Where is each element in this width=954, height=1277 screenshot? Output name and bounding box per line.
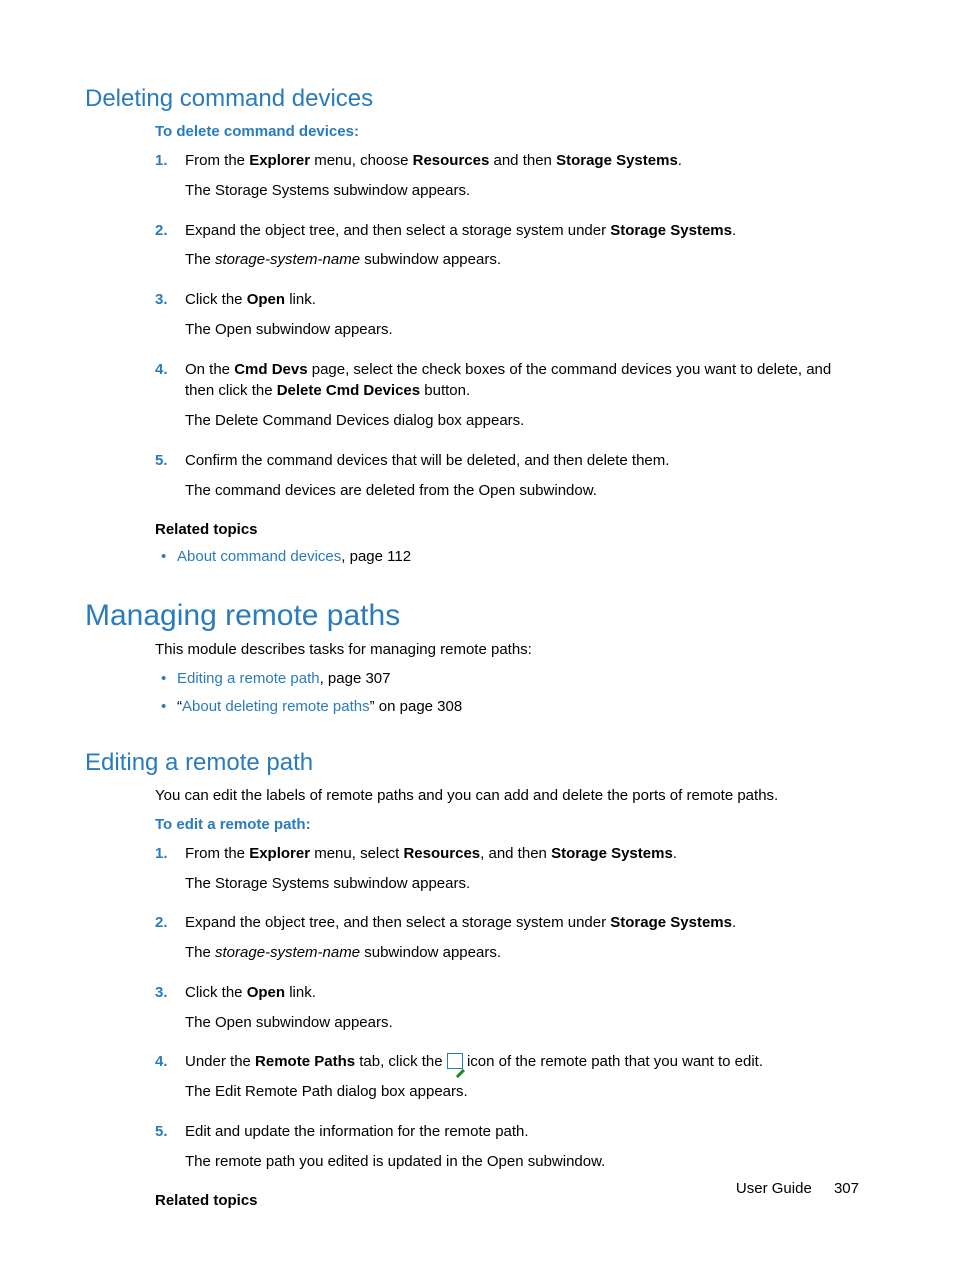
step-item: 1. From the Explorer menu, choose Resour… (155, 150, 864, 202)
edit-icon (447, 1053, 463, 1069)
step-result: The Edit Remote Path dialog box appears. (185, 1081, 864, 1103)
step-item: 3. Click the Open link. The Open subwind… (155, 982, 864, 1034)
intro-text: This module describes tasks for managing… (155, 641, 864, 658)
link-about-command-devices[interactable]: About command devices (177, 548, 341, 565)
step-number: 4. (155, 1051, 168, 1073)
step-item: 2. Expand the object tree, and then sele… (155, 912, 864, 964)
related-item: About command devices, page 112 (155, 546, 864, 569)
document-page: Deleting command devices To delete comma… (0, 0, 954, 1277)
step-result: The Storage Systems subwindow appears. (185, 180, 864, 202)
related-list: About command devices, page 112 (155, 546, 864, 569)
module-links: Editing a remote path, page 307 “About d… (155, 668, 864, 719)
step-text: From the Explorer menu, choose Resources… (185, 152, 682, 169)
step-text: From the Explorer menu, select Resources… (185, 845, 677, 862)
step-number: 5. (155, 1121, 168, 1143)
step-number: 3. (155, 289, 168, 311)
step-result: The Open subwindow appears. (185, 319, 864, 341)
step-text: Edit and update the information for the … (185, 1123, 529, 1140)
step-item: 2. Expand the object tree, and then sele… (155, 220, 864, 272)
related-topics-heading: Related topics (155, 521, 864, 538)
step-item: 4. Under the Remote Paths tab, click the… (155, 1051, 864, 1103)
step-item: 5. Edit and update the information for t… (155, 1121, 864, 1173)
link-about-deleting-remote-paths[interactable]: About deleting remote paths (182, 698, 370, 715)
step-number: 2. (155, 220, 168, 242)
step-item: 5. Confirm the command devices that will… (155, 450, 864, 502)
list-item: Editing a remote path, page 307 (155, 668, 864, 691)
heading-managing-remote-paths: Managing remote paths (85, 599, 864, 633)
step-text: Click the Open link. (185, 984, 316, 1001)
page-footer: User Guide 307 (736, 1180, 859, 1197)
link-editing-remote-path[interactable]: Editing a remote path (177, 670, 320, 687)
step-text: Expand the object tree, and then select … (185, 914, 736, 931)
step-number: 3. (155, 982, 168, 1004)
step-item: 1. From the Explorer menu, select Resour… (155, 843, 864, 895)
step-text: Click the Open link. (185, 291, 316, 308)
step-item: 4. On the Cmd Devs page, select the chec… (155, 359, 864, 432)
step-text: Under the Remote Paths tab, click the ic… (185, 1053, 763, 1070)
footer-label: User Guide (736, 1180, 812, 1197)
step-result: The Delete Command Devices dialog box ap… (185, 410, 864, 432)
leadin-edit-path: To edit a remote path: (155, 816, 864, 833)
step-number: 2. (155, 912, 168, 934)
heading-editing-remote-path: Editing a remote path (85, 749, 864, 777)
step-item: 3. Click the Open link. The Open subwind… (155, 289, 864, 341)
step-result: The remote path you edited is updated in… (185, 1151, 864, 1173)
page-number: 307 (834, 1180, 859, 1197)
list-item: “About deleting remote paths” on page 30… (155, 696, 864, 719)
step-result: The Open subwindow appears. (185, 1012, 864, 1034)
step-text: On the Cmd Devs page, select the check b… (185, 361, 831, 400)
steps-list-delete: 1. From the Explorer menu, choose Resour… (155, 150, 864, 501)
step-text: Confirm the command devices that will be… (185, 452, 669, 469)
step-number: 4. (155, 359, 168, 381)
step-number: 5. (155, 450, 168, 472)
step-text: Expand the object tree, and then select … (185, 222, 736, 239)
step-result: The storage-system-name subwindow appear… (185, 942, 864, 964)
leadin-delete-cmd: To delete command devices: (155, 123, 864, 140)
intro-text: You can edit the labels of remote paths … (155, 787, 864, 804)
heading-deleting-command-devices: Deleting command devices (85, 85, 864, 113)
step-number: 1. (155, 843, 168, 865)
step-number: 1. (155, 150, 168, 172)
step-result: The storage-system-name subwindow appear… (185, 249, 864, 271)
steps-list-edit: 1. From the Explorer menu, select Resour… (155, 843, 864, 1173)
step-result: The command devices are deleted from the… (185, 480, 864, 502)
step-result: The Storage Systems subwindow appears. (185, 873, 864, 895)
